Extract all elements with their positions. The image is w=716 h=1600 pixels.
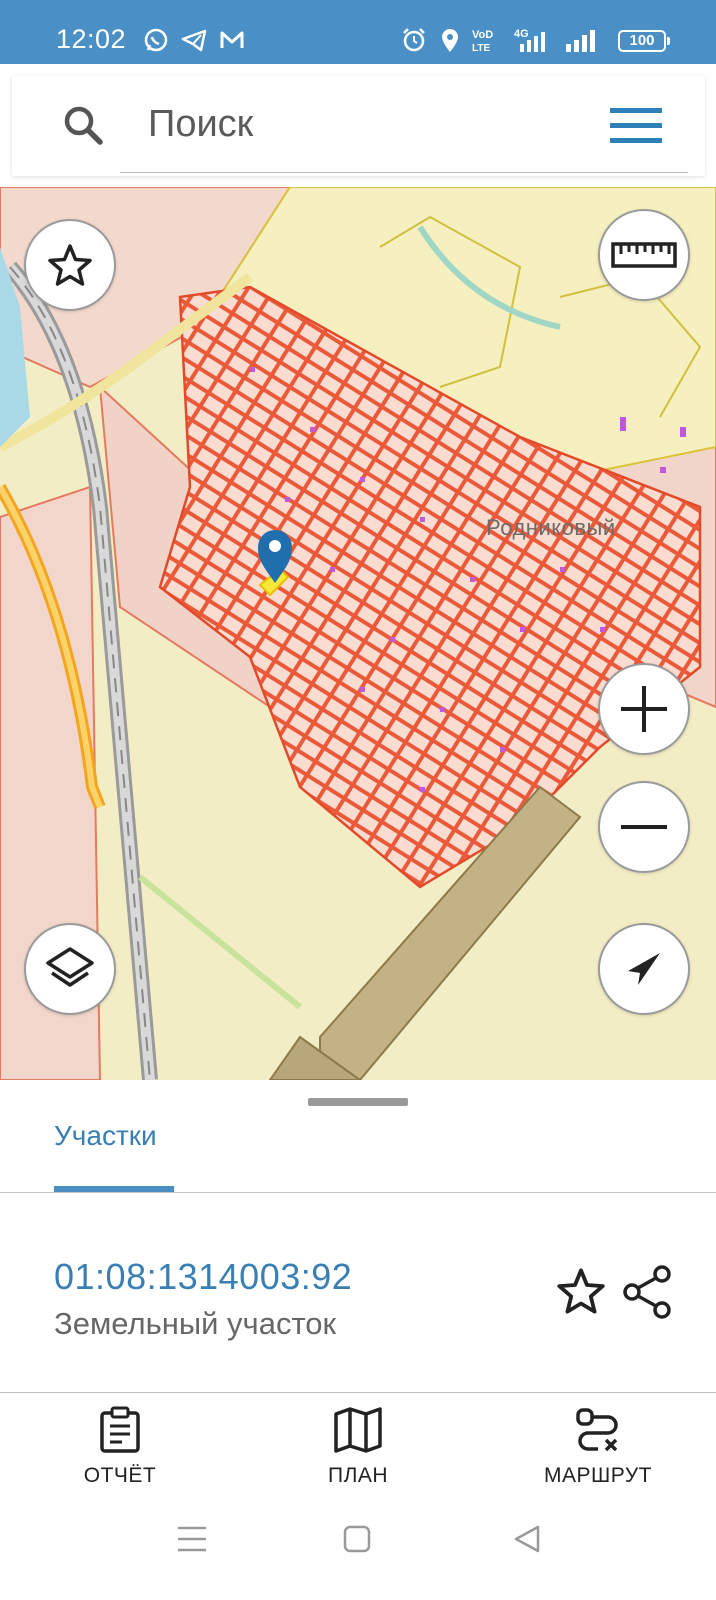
plan-button[interactable]: ПЛАН — [278, 1406, 438, 1488]
battery-indicator: 100 — [618, 30, 670, 52]
report-icon — [100, 1406, 140, 1453]
search-icon[interactable] — [60, 102, 108, 150]
telegram-icon — [181, 29, 207, 52]
zoom-out-button[interactable] — [598, 781, 690, 873]
parcel-type: Земельный участок — [54, 1306, 337, 1341]
star-icon — [48, 244, 92, 286]
map-view[interactable]: Родниковый — [0, 187, 716, 1080]
status-bar: 12:02 VoD LTE 4G 100 — [0, 0, 716, 64]
menu-icon[interactable] — [608, 104, 664, 148]
network-label: 4G — [514, 28, 529, 40]
whatsapp-icon — [144, 28, 168, 52]
alarm-icon — [403, 28, 425, 52]
plan-label: ПЛАН — [327, 1464, 389, 1487]
home-icon[interactable] — [342, 1524, 372, 1554]
locate-arrow-icon — [628, 953, 660, 985]
map-plan-icon — [334, 1407, 382, 1453]
route-label: МАРШРУТ — [544, 1464, 652, 1487]
search-bar — [12, 76, 705, 176]
favorite-star-icon[interactable] — [556, 1266, 606, 1316]
tab-parcels[interactable]: Участки — [54, 1120, 157, 1152]
status-time: 12:02 — [56, 24, 127, 54]
tab-divider — [0, 1192, 716, 1193]
ruler-icon — [611, 242, 677, 268]
mail-icon — [220, 31, 244, 48]
recent-apps-icon[interactable] — [176, 1524, 208, 1554]
signal-4g-icon: 4G — [514, 28, 545, 52]
layers-button[interactable] — [24, 923, 116, 1015]
favorites-button[interactable] — [24, 219, 116, 311]
bottom-sheet: Участки 01:08:1314003:92 Земельный участ… — [0, 1080, 716, 1600]
signal-icon — [566, 30, 595, 52]
row-divider — [0, 1392, 716, 1393]
search-input[interactable] — [120, 94, 560, 154]
volte-icon: VoD LTE — [472, 29, 493, 54]
zoom-in-button[interactable] — [598, 663, 690, 755]
parcel-number[interactable]: 01:08:1314003:92 — [54, 1256, 352, 1298]
location-icon — [442, 29, 458, 52]
drag-handle[interactable] — [308, 1098, 408, 1106]
zoom-in-icon — [621, 686, 667, 732]
layers-icon — [46, 947, 94, 987]
place-label: Родниковый — [486, 515, 616, 540]
svg-text:LTE: LTE — [472, 43, 490, 54]
route-button[interactable]: МАРШРУТ — [518, 1406, 678, 1488]
search-underline — [120, 172, 688, 173]
location-marker-icon[interactable] — [254, 525, 296, 597]
report-label: ОТЧЁТ — [83, 1464, 157, 1487]
svg-text:VoD: VoD — [472, 29, 493, 41]
route-icon — [576, 1408, 618, 1452]
zoom-out-icon — [621, 825, 667, 829]
back-icon[interactable] — [512, 1524, 542, 1554]
share-icon[interactable] — [620, 1264, 674, 1320]
report-button[interactable]: ОТЧЁТ — [40, 1406, 200, 1488]
ruler-button[interactable] — [598, 209, 690, 301]
my-location-button[interactable] — [598, 923, 690, 1015]
